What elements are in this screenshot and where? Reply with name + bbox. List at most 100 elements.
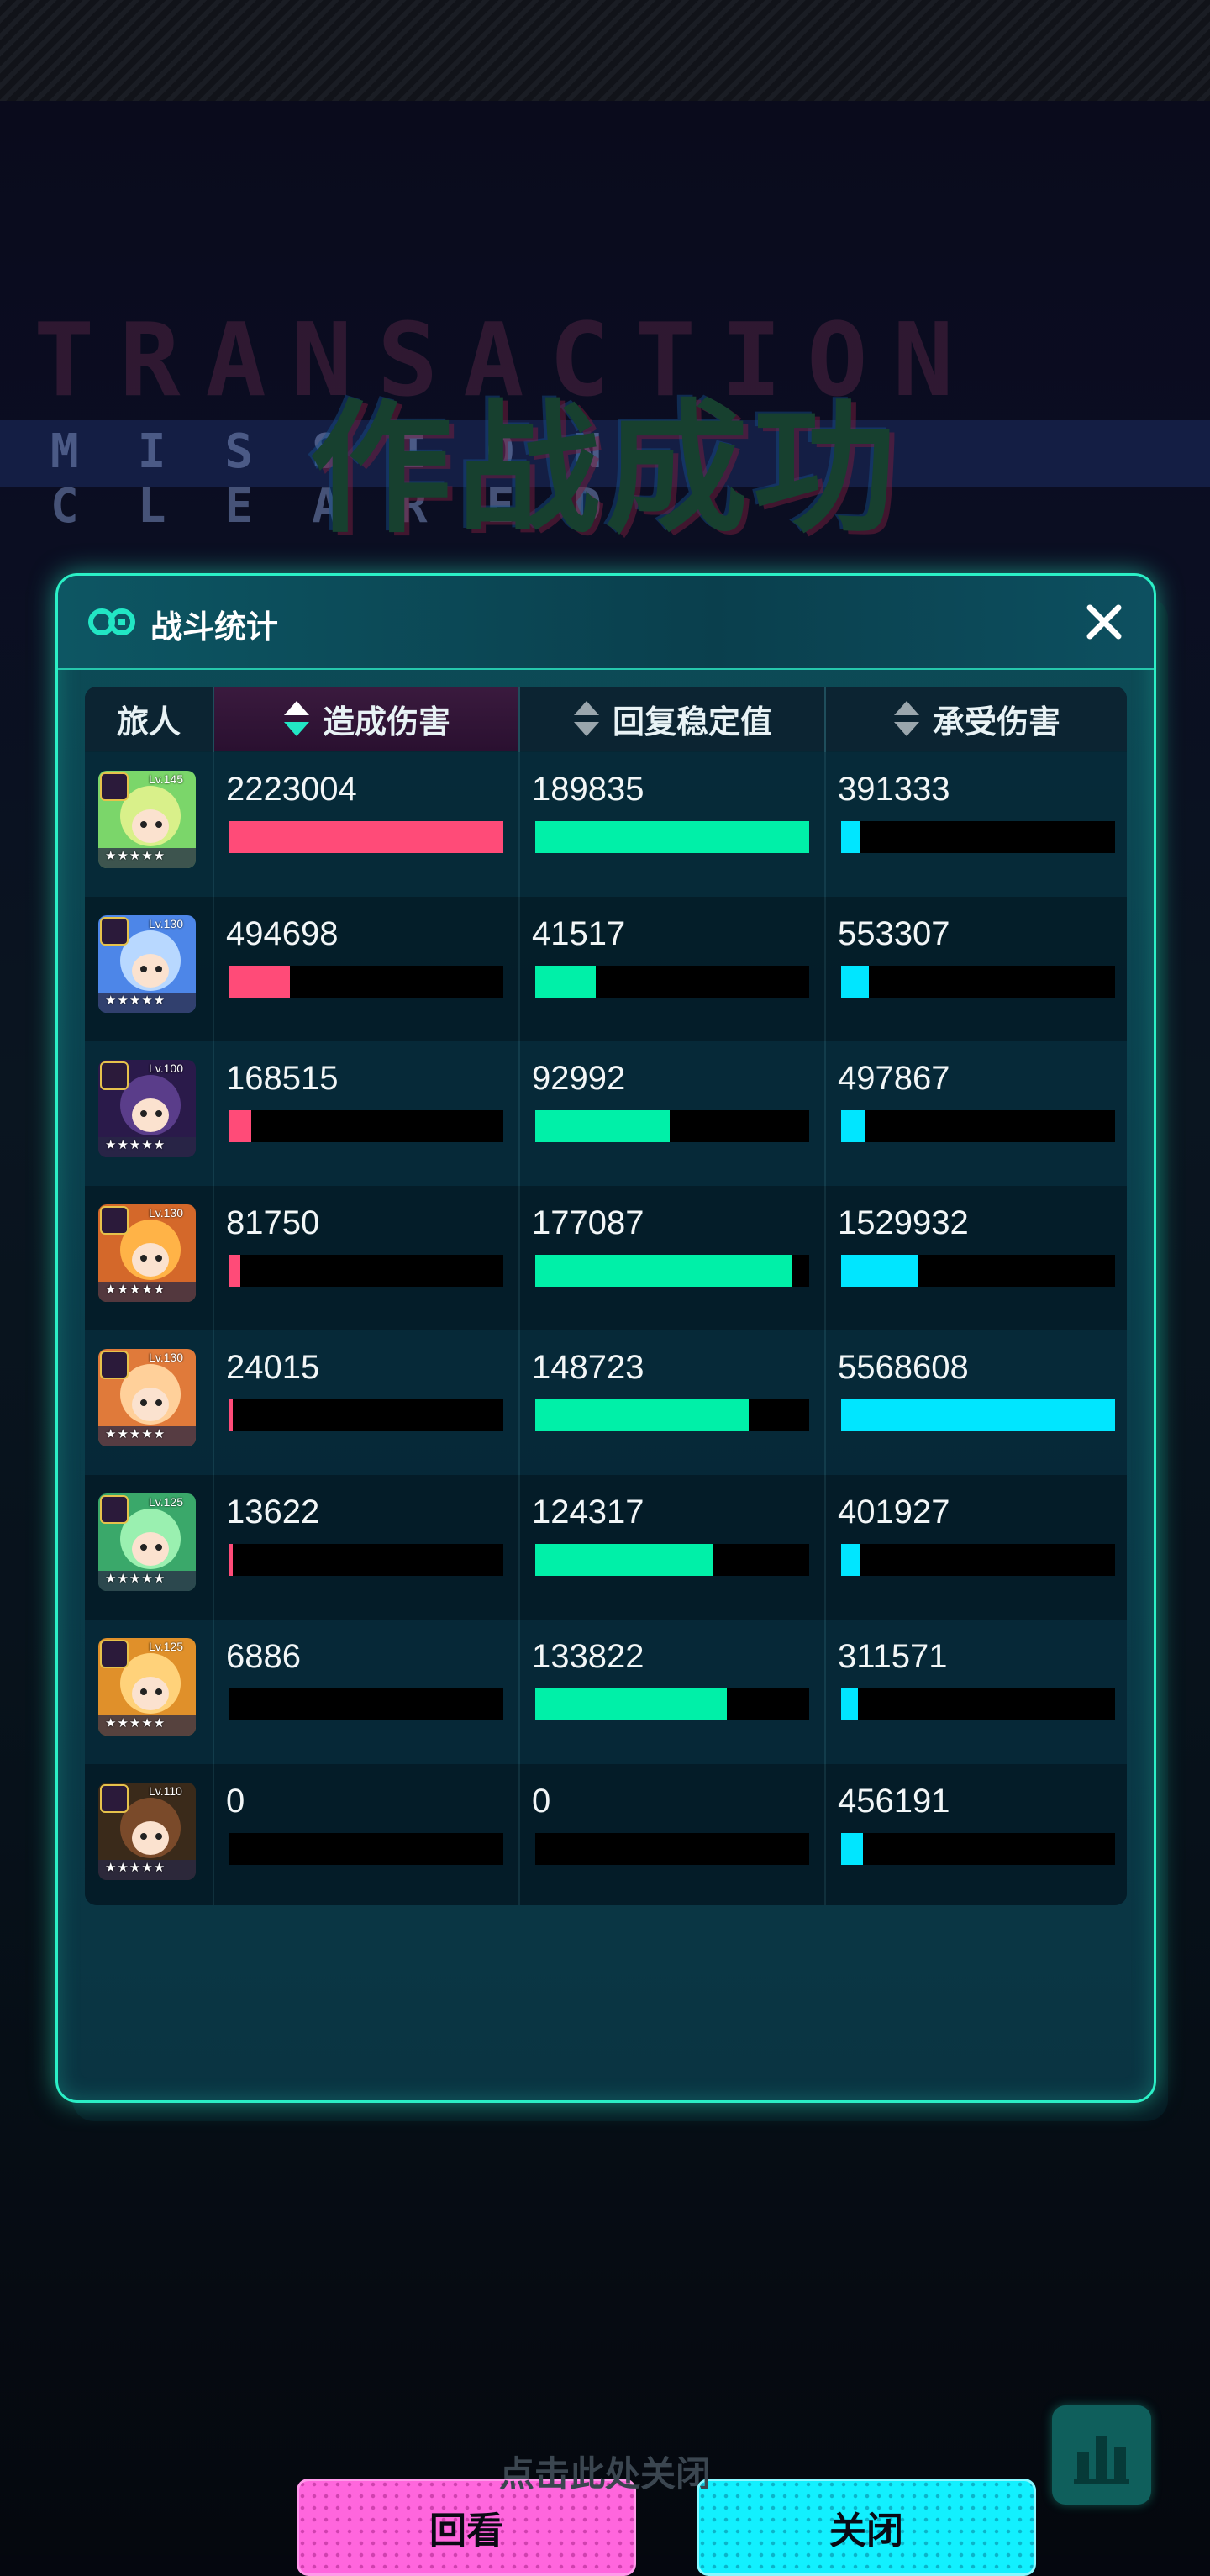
column-header-label: 造成伤害 [322,703,450,740]
star-rating: ★★★★★ [105,1426,166,1441]
stats-toggle-button[interactable] [1052,2405,1151,2505]
table-row: Lv.110 ★★★★★ 0 0 456191 [85,1764,1127,1905]
damage-value: 13622 [226,1493,320,1530]
traveler-avatar[interactable]: Lv.125 ★★★★★ [98,1493,196,1591]
level-label: Lv.125 [149,1640,183,1653]
taken-bar-track [841,1833,1115,1865]
damage-value: 168515 [226,1060,339,1097]
battle-stats-icon [88,608,135,635]
damage-value: 81750 [226,1204,320,1241]
star-rating: ★★★★★ [105,1137,166,1152]
class-badge-icon [100,917,129,946]
damage-bar-fill [229,1544,233,1576]
level-label: Lv.100 [149,1061,183,1075]
taken-value: 1529932 [838,1204,969,1241]
bar-chart-icon [1074,2436,1129,2484]
damage-bar-track [229,1399,503,1431]
heal-bar-fill [535,1255,793,1287]
traveler-avatar[interactable]: Lv.130 ★★★★★ [98,915,196,1013]
heal-bar-track [535,1833,809,1865]
damage-bar-track [229,966,503,998]
column-header-taken[interactable]: 承受伤害 [826,687,1127,751]
tap-to-close-hint[interactable]: 点击此处关闭 [0,2446,1210,2497]
table-row: Lv.130 ★★★★★ 81750 177087 1529932 [85,1186,1127,1330]
taken-bar-track [841,1544,1115,1576]
taken-value: 391333 [838,771,950,808]
taken-bar-fill [841,1833,864,1865]
traveler-avatar[interactable]: Lv.110 ★★★★★ [98,1783,196,1880]
panel-title: 战斗统计 [150,608,279,645]
class-badge-icon [100,1061,129,1090]
damage-bar-track [229,1833,503,1865]
column-header-label: 回复稳定值 [612,703,772,740]
table-row: Lv.145 ★★★★★ 2223004 189835 391333 [85,752,1127,897]
table-row: Lv.130 ★★★★★ 24015 148723 5568608 [85,1330,1127,1475]
heal-bar-fill [535,821,809,853]
heal-bar-track [535,821,809,853]
heal-value: 148723 [532,1349,644,1386]
taken-value: 553307 [838,915,950,952]
level-label: Lv.110 [149,1784,182,1798]
star-rating: ★★★★★ [105,993,166,1008]
taken-value: 5568608 [838,1349,969,1386]
star-rating: ★★★★★ [105,848,166,863]
heal-bar-track [535,1399,809,1431]
damage-bar-fill [229,1399,233,1431]
traveler-avatar[interactable]: Lv.130 ★★★★★ [98,1204,196,1302]
traveler-avatar[interactable]: Lv.125 ★★★★★ [98,1638,196,1736]
heal-value: 92992 [532,1060,626,1097]
class-badge-icon [100,1206,129,1235]
damage-bar-fill [229,966,290,998]
damage-bar-track [229,1688,503,1720]
column-header-damage[interactable]: 造成伤害 [214,687,518,751]
heal-bar-fill [535,1110,670,1142]
stats-table: 旅人 造成伤害 回复稳定值 承受伤害 Lv.145 ★★★★★ 2223004 189… [85,687,1127,1905]
heal-value: 124317 [532,1493,644,1530]
star-rating: ★★★★★ [105,1715,166,1731]
taken-value: 401927 [838,1493,950,1530]
sort-icon [282,701,311,736]
damage-value: 0 [226,1783,245,1820]
taken-value: 311571 [838,1638,948,1675]
column-header-heal[interactable]: 回复稳定值 [520,687,824,751]
taken-value: 456191 [838,1783,950,1820]
damage-bar-fill [229,1255,241,1287]
traveler-avatar[interactable]: Lv.130 ★★★★★ [98,1349,196,1446]
battle-stats-panel: 战斗统计 旅人 造成伤害 回复稳定值 承受伤害 Lv.145 ★★★★★ 22230… [55,573,1156,2576]
level-label: Lv.125 [149,1495,183,1509]
heal-bar-track [535,966,809,998]
heal-value: 133822 [532,1638,644,1675]
star-rating: ★★★★★ [105,1860,166,1875]
heal-value: 177087 [532,1204,644,1241]
mission-success-title: 作战成功 [308,387,901,553]
level-label: Lv.145 [149,772,183,786]
damage-value: 494698 [226,915,339,952]
level-label: Lv.130 [149,1206,183,1220]
heal-bar-fill [535,1544,713,1576]
heal-bar-track [535,1688,809,1720]
class-badge-icon [100,1495,129,1524]
sort-icon [892,701,921,736]
class-badge-icon [100,1640,129,1668]
star-rating: ★★★★★ [105,1282,166,1297]
heal-bar-track [535,1110,809,1142]
table-row: Lv.130 ★★★★★ 494698 41517 553307 [85,897,1127,1041]
heal-bar-track [535,1255,809,1287]
table-row: Lv.100 ★★★★★ 168515 92992 497867 [85,1041,1127,1186]
level-label: Lv.130 [149,1351,183,1364]
damage-value: 2223004 [226,771,357,808]
damage-value: 24015 [226,1349,320,1386]
heal-bar-fill [535,1399,750,1431]
damage-bar-track [229,1255,503,1287]
taken-bar-track [841,1255,1115,1287]
taken-bar-fill [841,966,869,998]
star-rating: ★★★★★ [105,1571,166,1586]
taken-bar-track [841,966,1115,998]
table-row: Lv.125 ★★★★★ 13622 124317 401927 [85,1475,1127,1620]
class-badge-icon [100,772,129,801]
damage-bar-track [229,1544,503,1576]
traveler-avatar[interactable]: Lv.100 ★★★★★ [98,1060,196,1157]
close-icon[interactable] [1080,598,1128,646]
traveler-avatar[interactable]: Lv.145 ★★★★★ [98,771,196,868]
column-header-label: 旅人 [116,703,181,740]
